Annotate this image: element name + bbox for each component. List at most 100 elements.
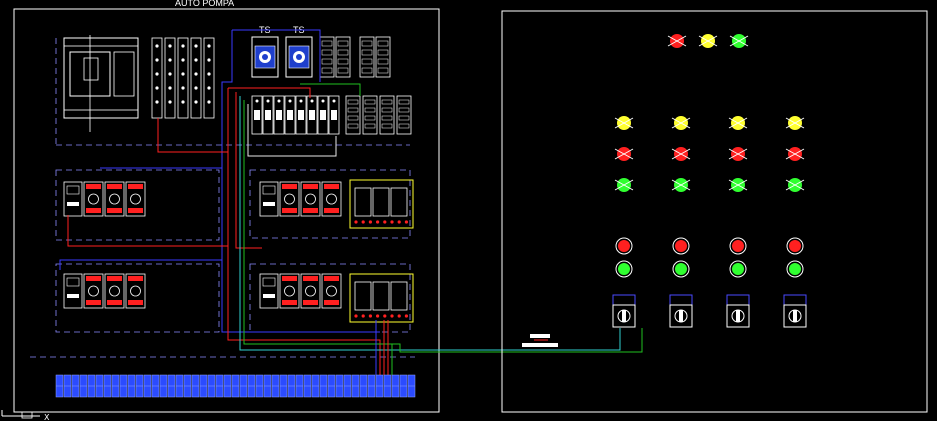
cable-gland [522, 334, 558, 347]
#30ff30-indicator-lamp [728, 178, 748, 192]
terminal-block [335, 374, 344, 398]
terminal-block [159, 374, 168, 398]
ts-relay-2: TS [285, 25, 313, 78]
contactor [125, 273, 146, 309]
fuse-holder [203, 37, 215, 119]
contactor [300, 273, 321, 309]
miniature-breaker [295, 95, 307, 135]
terminal-block [95, 374, 104, 398]
terminal-block [143, 374, 152, 398]
terminal-block [391, 374, 400, 398]
miniature-breaker-row [251, 95, 340, 135]
terminal-block [327, 374, 336, 398]
terminal-block [263, 374, 272, 398]
relay-box [349, 179, 414, 229]
contactor [300, 181, 321, 217]
terminal-block [399, 374, 408, 398]
#30ff30-indicator-lamp [614, 178, 634, 192]
miniature-breaker [317, 95, 329, 135]
modular-relay [319, 36, 335, 78]
terminal-block [311, 374, 320, 398]
fuse-holder [151, 37, 163, 119]
relay-box [349, 273, 414, 323]
terminal-block [63, 374, 72, 398]
motor-starter-groups [63, 181, 342, 309]
#ffff30-indicator-lamp [671, 116, 691, 130]
terminal-block [359, 374, 368, 398]
#ffff30-indicator-lamp [728, 116, 748, 130]
terminal-block [247, 374, 256, 398]
terminal-block [343, 374, 352, 398]
rotary-selector-icon [612, 294, 636, 328]
terminal-block [279, 374, 288, 398]
fuse-holders [151, 37, 215, 119]
relay-boxes [349, 179, 414, 323]
terminal-block [319, 374, 328, 398]
contactor [321, 273, 342, 309]
modular-relay [396, 95, 412, 135]
terminal-block [183, 374, 192, 398]
modular-relay [335, 36, 351, 78]
contactor [83, 273, 104, 309]
electrical-panel-drawing: AUTO POMPA TS TS X [1, 0, 928, 421]
terminal-block [271, 374, 280, 398]
ts-relay-1: TS [251, 25, 279, 78]
#ff2020-indicator-lamp [728, 147, 748, 161]
ucs-x-label: X [44, 413, 50, 421]
panel-title: AUTO POMPA [175, 0, 234, 8]
fuse-holder [164, 37, 176, 119]
#ffff30-indicator-lamp [614, 116, 634, 130]
terminal-block [151, 374, 160, 398]
terminal-strip [55, 374, 416, 398]
#30ff30-indicator-lamp [671, 178, 691, 192]
modular-relay [375, 36, 391, 78]
miniature-breaker [306, 95, 318, 135]
green-push-button [786, 260, 804, 278]
terminal-block [87, 374, 96, 398]
#ffff30-indicator-lamp [698, 34, 718, 48]
terminal-block [71, 374, 80, 398]
motor-starter-group [259, 181, 342, 217]
wiring [59, 29, 643, 375]
contactor [279, 273, 300, 309]
fuse-holder [177, 37, 189, 119]
terminal-block [103, 374, 112, 398]
terminal-block [119, 374, 128, 398]
contactor [104, 273, 125, 309]
motor-starter-group [63, 273, 146, 309]
miniature-breaker [328, 95, 340, 135]
terminal-block [199, 374, 208, 398]
green-push-button [729, 260, 747, 278]
contactor [83, 181, 104, 217]
terminal-block [207, 374, 216, 398]
terminal-block [111, 374, 120, 398]
terminal-block [215, 374, 224, 398]
red-push-button [672, 237, 690, 255]
terminal-block [407, 374, 416, 398]
terminal-block [383, 374, 392, 398]
front-devices [612, 34, 807, 328]
terminal-block [231, 374, 240, 398]
internal-panel-frame [13, 8, 440, 413]
contactor [321, 181, 342, 217]
#ffff30-indicator-lamp [785, 116, 805, 130]
terminal-block [375, 374, 384, 398]
contactor [104, 181, 125, 217]
terminal-block [239, 374, 248, 398]
terminal-block [287, 374, 296, 398]
rotary-selector-icon [669, 294, 693, 328]
miniature-breaker [251, 95, 263, 135]
modular-relay [379, 95, 395, 135]
terminal-block [167, 374, 176, 398]
terminal-block [135, 374, 144, 398]
terminal-block [191, 374, 200, 398]
terminal-block [79, 374, 88, 398]
terminal-block [351, 374, 360, 398]
#ff2020-indicator-lamp [785, 147, 805, 161]
main-breaker [63, 35, 139, 132]
fuse-holder [190, 37, 202, 119]
#ff2020-indicator-lamp [614, 147, 634, 161]
modular-relay [345, 95, 361, 135]
green-push-button [615, 260, 633, 278]
terminal-block [295, 374, 304, 398]
